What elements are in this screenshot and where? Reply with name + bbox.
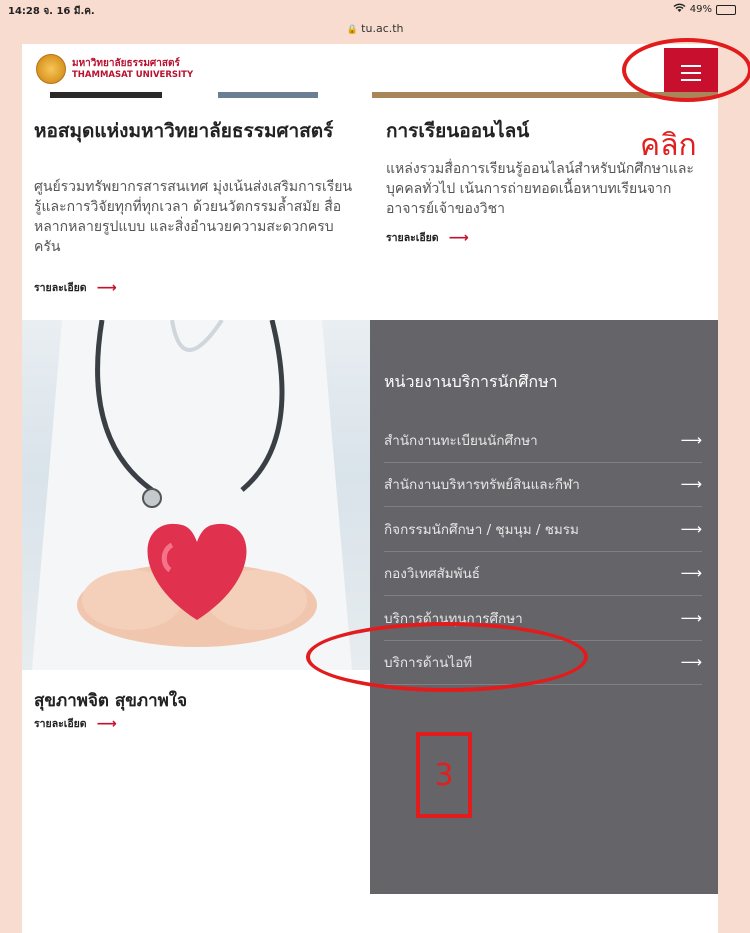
address-bar[interactable]: 🔒 tu.ac.th	[0, 22, 750, 35]
health-title[interactable]: สุขภาพจิต สุขภาพใจ	[34, 687, 187, 714]
service-item[interactable]: กองวิเทศสัมพันธ์ ⟶	[384, 552, 702, 596]
service-item-label: กิจกรรมนักศึกษา / ชุมนุม / ชมรม	[384, 521, 579, 538]
library-more-link[interactable]: รายละเอียด ⟶	[34, 279, 117, 296]
library-title[interactable]: หอสมุดแห่งมหาวิทยาลัยธรรมศาสตร์	[34, 120, 354, 142]
library-more-label: รายละเอียด	[34, 282, 87, 294]
university-seal-icon	[36, 54, 66, 84]
annotation-step-box: 3	[416, 732, 472, 818]
arrow-right-icon: ⟶	[680, 653, 702, 672]
library-image-strip	[50, 92, 162, 98]
library-description: ศูนย์รวมทรัพยากรสารสนเทศ มุ่งเน้นส่งเสริ…	[34, 179, 353, 255]
arrow-right-icon: ⟶	[680, 608, 702, 627]
arrow-right-icon: ⟶	[96, 715, 117, 732]
lock-icon: 🔒	[346, 25, 358, 35]
logo-english-name: THAMMASAT UNIVERSITY	[72, 70, 194, 80]
health-more-link[interactable]: รายละเอียด ⟶	[34, 715, 117, 732]
service-item-label: สำนักงานทะเบียนนักศึกษา	[384, 432, 538, 449]
service-item[interactable]: สำนักงานทะเบียนนักศึกษา ⟶	[384, 418, 702, 463]
online-more-label: รายละเอียด	[386, 232, 439, 244]
arrow-right-icon: ⟶	[680, 564, 702, 583]
url-text: tu.ac.th	[361, 22, 404, 35]
service-item-label: กองวิเทศสัมพันธ์	[384, 566, 481, 583]
status-battery: 49%	[673, 3, 736, 16]
arrow-right-icon: ⟶	[448, 229, 469, 246]
service-item[interactable]: กิจกรรมนักศึกษา / ชุมนุม / ชมรม ⟶	[384, 507, 702, 552]
annotation-circle-menu	[622, 38, 750, 102]
web-page: มหาวิทยาลัยธรรมศาสตร์ THAMMASAT UNIVERSI…	[22, 44, 718, 933]
arrow-right-icon: ⟶	[96, 279, 117, 296]
battery-icon	[716, 4, 736, 15]
health-more-label: รายละเอียด	[34, 718, 87, 730]
annotation-circle-it-service	[306, 622, 588, 692]
site-header: มหาวิทยาลัยธรรมศาสตร์ THAMMASAT UNIVERSI…	[22, 44, 718, 98]
logo-thai-name: มหาวิทยาลัยธรรมศาสตร์	[72, 58, 180, 69]
university-logo[interactable]: มหาวิทยาลัยธรรมศาสตร์ THAMMASAT UNIVERSI…	[36, 54, 193, 84]
arrow-right-icon: ⟶	[680, 430, 702, 449]
battery-percent: 49%	[689, 4, 712, 15]
services-title: หน่วยงานบริการนักศึกษา	[384, 372, 558, 391]
annotation-click-label: คลิก	[640, 128, 697, 163]
status-bar: 14:28 จ. 16 มี.ค. 49%	[0, 0, 750, 20]
online-more-link[interactable]: รายละเอียด ⟶	[386, 229, 469, 246]
arrow-right-icon: ⟶	[680, 475, 702, 494]
arrow-right-icon: ⟶	[680, 519, 702, 538]
wifi-icon	[673, 3, 686, 16]
health-photo[interactable]	[22, 320, 370, 670]
service-item-label: สำนักงานบริหารทรัพย์สินและกีฬา	[384, 477, 580, 494]
service-item[interactable]: สำนักงานบริหารทรัพย์สินและกีฬา ⟶	[384, 463, 702, 507]
status-time: 14:28 จ. 16 มี.ค.	[8, 6, 95, 17]
annotation-step-number: 3	[434, 757, 454, 793]
image-strip	[218, 92, 318, 98]
